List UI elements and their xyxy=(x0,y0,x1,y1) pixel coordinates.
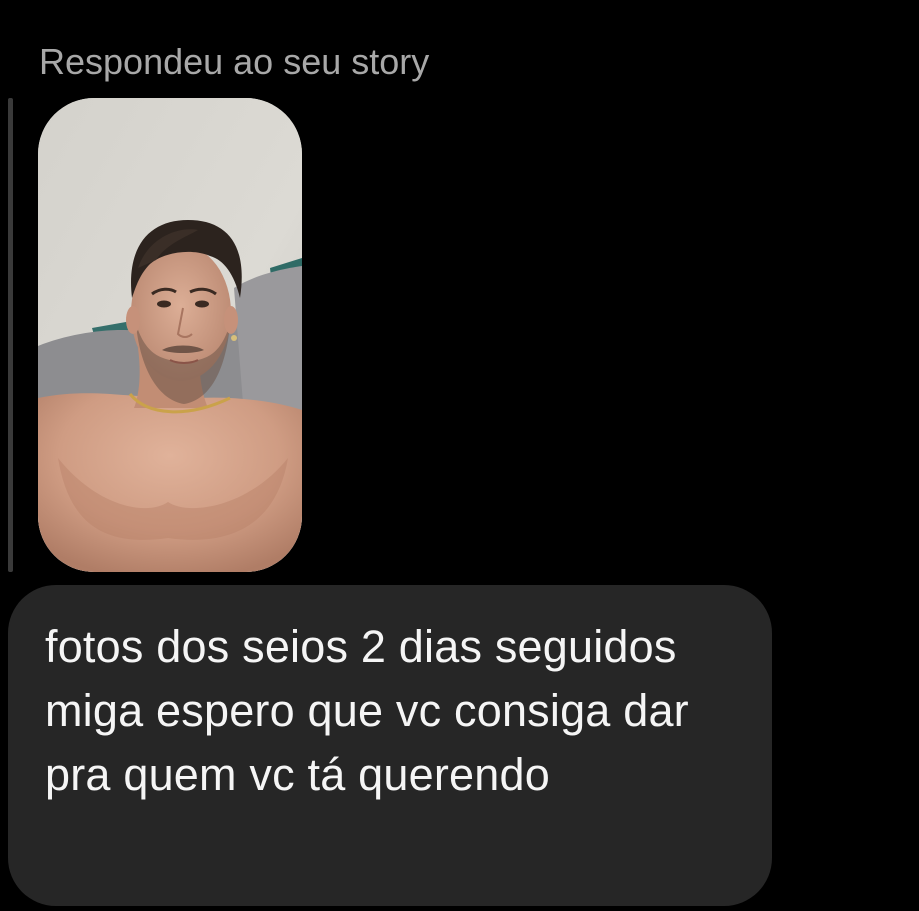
message-bubble[interactable]: fotos dos seios 2 dias seguidos miga esp… xyxy=(8,585,772,906)
story-photo-icon xyxy=(38,98,302,572)
story-thumbnail[interactable] xyxy=(38,98,302,572)
reply-context-label: Respondeu ao seu story xyxy=(39,41,430,82)
message-text: fotos dos seios 2 dias seguidos miga esp… xyxy=(45,621,689,800)
reply-indicator-bar xyxy=(8,98,13,572)
